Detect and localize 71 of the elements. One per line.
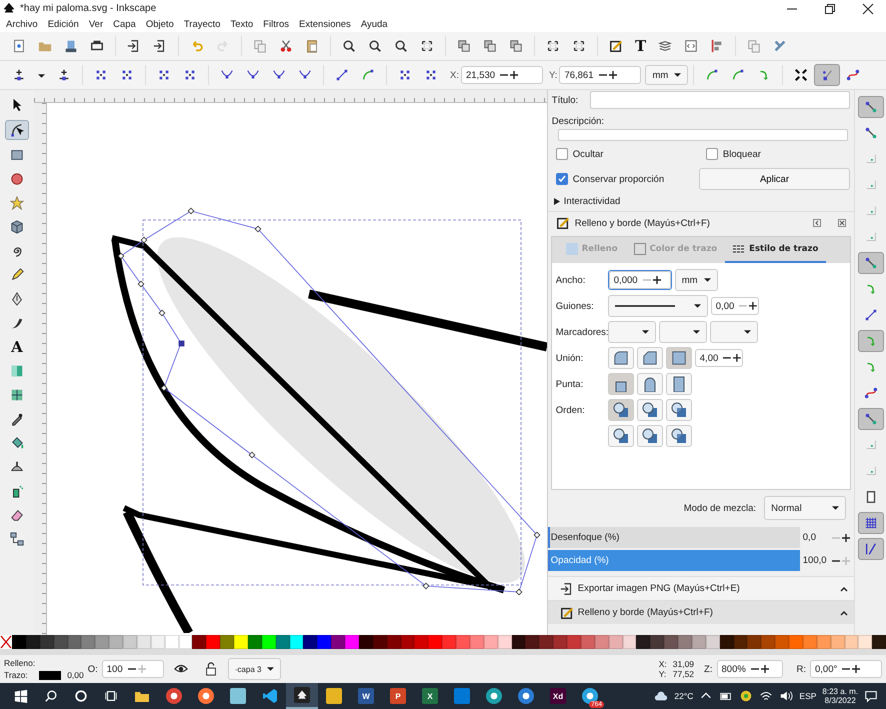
menu-item[interactable]: Extensiones — [295, 19, 357, 30]
language[interactable]: ESP — [799, 691, 816, 701]
description-label: Descripción: — [552, 116, 604, 126]
slider-label: Opacidad (%) — [550, 555, 609, 566]
clock[interactable]: 8:23 a. m. 8/3/2022 — [822, 687, 858, 705]
docked-dialog-header[interactable]: Relleno y borde (Mayús+Ctrl+F) — [548, 600, 854, 624]
app-tile-icon: Xd — [550, 688, 566, 704]
zoom-field[interactable]: 800% — [716, 660, 782, 678]
stroke-width: 0,00 — [67, 670, 84, 680]
window-title: *hay mi paloma.svg - Inkscape — [20, 3, 158, 14]
dialog-title: Relleno y borde (Mayús+Ctrl+F) — [574, 218, 711, 228]
tab[interactable]: Estilo de trazo — [725, 237, 826, 263]
unit-dropdown[interactable]: mm — [674, 269, 718, 291]
taskbar-app[interactable]: X — [414, 683, 446, 709]
checkbox-label: Conservar proporción — [572, 174, 664, 184]
app-tile-icon: P — [390, 688, 406, 704]
menu-item[interactable]: Ver — [84, 19, 110, 30]
text-tool-button[interactable]: T — [635, 38, 646, 54]
y-field[interactable]: 76,861 — [559, 66, 642, 84]
menu-item[interactable]: Archivo — [2, 19, 44, 30]
slider-label: Desenfoque (%) — [550, 532, 620, 543]
menu-item[interactable]: Objeto — [142, 19, 180, 30]
expander[interactable]: Interactividad — [548, 192, 854, 211]
rotation-field[interactable]: 0,00° — [810, 660, 882, 678]
rotation-label: R: — [796, 664, 806, 674]
menu-item[interactable]: Capa — [109, 19, 142, 30]
cursor-y-label: Y: — [658, 669, 667, 679]
checkbox-label: Ocultar — [572, 148, 604, 160]
taskbar-app[interactable]: W — [350, 683, 382, 709]
menu-item[interactable]: Ayuda — [356, 19, 394, 30]
cursor-x: 31,09 — [672, 659, 694, 669]
y-label: Y: — [548, 70, 558, 80]
apply-button[interactable]: Aplicar — [698, 168, 850, 190]
stroke-label: Trazo: — [4, 670, 29, 680]
opacity-field[interactable]: 100 — [102, 660, 164, 678]
menu-item[interactable]: Trayecto — [180, 19, 226, 30]
layer-dropdown[interactable]: ·capa 3 — [228, 658, 282, 680]
taskbar-app[interactable]: P — [382, 683, 414, 709]
menu-item[interactable]: Filtros — [259, 19, 296, 30]
temperature: 22°C — [674, 691, 694, 701]
x-label: X: — [450, 70, 459, 80]
tool-button[interactable]: A — [6, 338, 28, 356]
slider-track[interactable]: Desenfoque (%) — [548, 527, 800, 548]
dash-offset-field[interactable]: 0,00 — [710, 297, 759, 315]
width-label: Ancho: — [556, 274, 586, 286]
markers-label: Marcadores: — [556, 326, 608, 338]
dashes-label: Guiones: — [556, 300, 595, 312]
cursor-y: 77,52 — [672, 669, 694, 679]
unit-dropdown[interactable]: mm — [645, 65, 688, 85]
cursor-x-label: X: — [658, 659, 667, 669]
width-field[interactable]: 0,000 — [608, 271, 671, 289]
x-field[interactable]: 21,530 — [460, 66, 543, 84]
order-label: Orden: — [556, 404, 586, 416]
miter-field[interactable]: 4,00 — [694, 349, 743, 367]
cap-label: Punta: — [556, 378, 584, 390]
slider-value: 0,0 — [802, 532, 817, 543]
opacity-label: O: — [88, 664, 98, 674]
blend-label: Modo de mezcla: — [684, 502, 756, 514]
docked-dialog-header[interactable]: Exportar imagen PNG (Mayús+Ctrl+E) — [548, 576, 854, 600]
checkbox-label: Bloquear — [722, 148, 761, 160]
slider-value: 100,0 — [802, 555, 828, 566]
menu-item[interactable]: Texto — [226, 19, 260, 30]
fill-label: Relleno: — [4, 658, 36, 668]
app-tile-icon: W — [358, 688, 374, 704]
title-label: Título: — [552, 94, 580, 106]
zoom-label: Z: — [704, 664, 712, 674]
taskbar-app[interactable]: Xd — [542, 683, 574, 709]
menu-item[interactable]: Edición — [44, 19, 85, 30]
blend-dropdown[interactable]: Normal — [764, 496, 846, 520]
app-tile-icon: X — [422, 688, 438, 704]
join-label: Unión: — [556, 352, 584, 364]
